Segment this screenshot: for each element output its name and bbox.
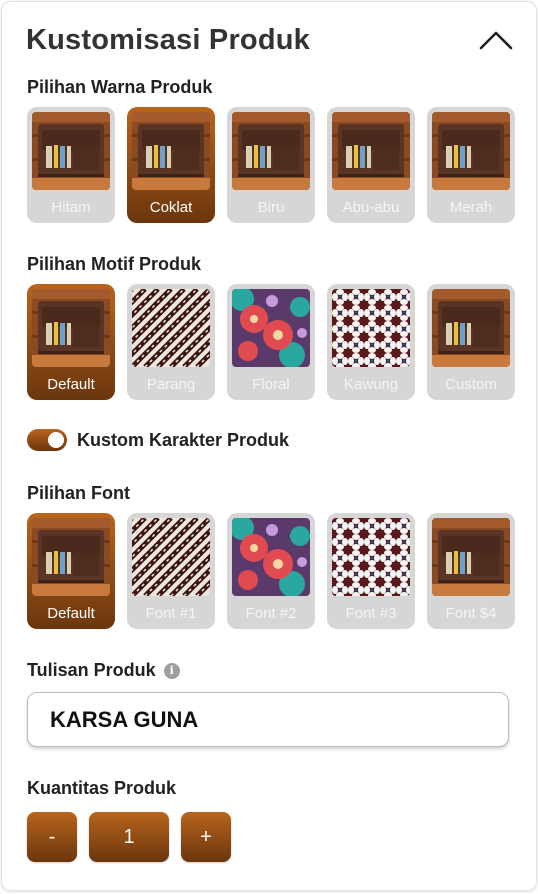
font-option[interactable]: Font #2	[227, 513, 315, 629]
motif-section-label: Pilihan Motif Produk	[27, 254, 201, 274]
font-option[interactable]: Font $4	[427, 513, 515, 629]
toggle-knob	[48, 432, 64, 448]
panel-header: Kustomisasi Produk	[26, 20, 514, 60]
product-thumbnail	[432, 112, 510, 190]
motif-option[interactable]: Default	[27, 284, 115, 400]
chevron-up-icon[interactable]	[478, 25, 514, 55]
motif-option[interactable]: Parang	[127, 284, 215, 400]
color-options: Hitam Coklat Biru Abu-abu Merah	[27, 107, 515, 223]
product-thumbnail	[332, 112, 410, 190]
motif-thumbnail	[432, 289, 510, 367]
color-section-label: Pilihan Warna Produk	[27, 77, 213, 97]
color-option-label: Abu-abu	[342, 199, 400, 216]
product-text-label: Tulisan Produk	[27, 660, 156, 680]
motif-option-label: Parang	[146, 376, 196, 393]
motif-option-label: Floral	[252, 376, 290, 393]
color-option[interactable]: Hitam	[27, 107, 115, 223]
product-thumbnail	[232, 112, 310, 190]
font-option-label: Font #2	[245, 605, 297, 622]
motif-thumbnail	[132, 289, 210, 367]
motif-thumbnail	[332, 289, 410, 367]
product-thumbnail	[32, 112, 110, 190]
custom-character-label: Kustom Karakter Produk	[77, 429, 290, 450]
product-text-input[interactable]	[27, 692, 509, 747]
color-option[interactable]: Biru	[227, 107, 315, 223]
font-option[interactable]: Default	[27, 513, 115, 629]
custom-character-toggle[interactable]	[27, 429, 67, 451]
motif-option-label: Custom	[445, 376, 497, 393]
font-option[interactable]: Font #1	[127, 513, 215, 629]
decrease-quantity-button[interactable]: -	[27, 812, 77, 862]
font-option-label: Default	[47, 605, 95, 622]
font-thumbnail	[132, 518, 210, 596]
font-thumbnail	[232, 518, 310, 596]
color-option-label: Hitam	[51, 199, 91, 216]
color-option-label: Merah	[449, 199, 493, 216]
motif-option[interactable]: Kawung	[327, 284, 415, 400]
info-icon[interactable]: i	[163, 663, 180, 679]
panel-title: Kustomisasi Produk	[26, 23, 310, 56]
motif-option[interactable]: Custom	[427, 284, 515, 400]
font-thumbnail	[32, 518, 110, 596]
font-section-label: Pilihan Font	[27, 483, 130, 503]
color-option-label: Coklat	[149, 199, 193, 216]
font-thumbnail	[432, 518, 510, 596]
font-thumbnail	[332, 518, 410, 596]
product-thumbnail	[132, 112, 210, 190]
color-option[interactable]: Coklat	[127, 107, 215, 223]
motif-thumbnail	[32, 289, 110, 367]
motif-option-label: Default	[47, 376, 95, 393]
increase-quantity-button[interactable]: +	[181, 812, 231, 862]
product-text-section: Tulisan Produk i	[27, 660, 180, 681]
font-option[interactable]: Font #3	[327, 513, 415, 629]
quantity-label: Kuantitas Produk	[27, 778, 177, 798]
color-option[interactable]: Abu-abu	[327, 107, 415, 223]
motif-option[interactable]: Floral	[227, 284, 315, 400]
color-option[interactable]: Merah	[427, 107, 515, 223]
customization-panel: Kustomisasi Produk Pilihan Warna Produk …	[1, 1, 537, 891]
font-options: Default Font #1 Font #2 Font #3 Font $4	[27, 513, 515, 629]
font-option-label: Font #1	[145, 605, 197, 622]
custom-character-row: Kustom Karakter Produk	[27, 429, 289, 451]
quantity-stepper: - 1 +	[27, 812, 231, 862]
quantity-value[interactable]: 1	[89, 812, 169, 862]
motif-option-label: Kawung	[343, 376, 399, 393]
font-option-label: Font $4	[445, 605, 497, 622]
color-option-label: Biru	[257, 199, 285, 216]
font-option-label: Font #3	[345, 605, 397, 622]
motif-options: Default Parang Floral Kawung Custom	[27, 284, 515, 400]
motif-thumbnail	[232, 289, 310, 367]
